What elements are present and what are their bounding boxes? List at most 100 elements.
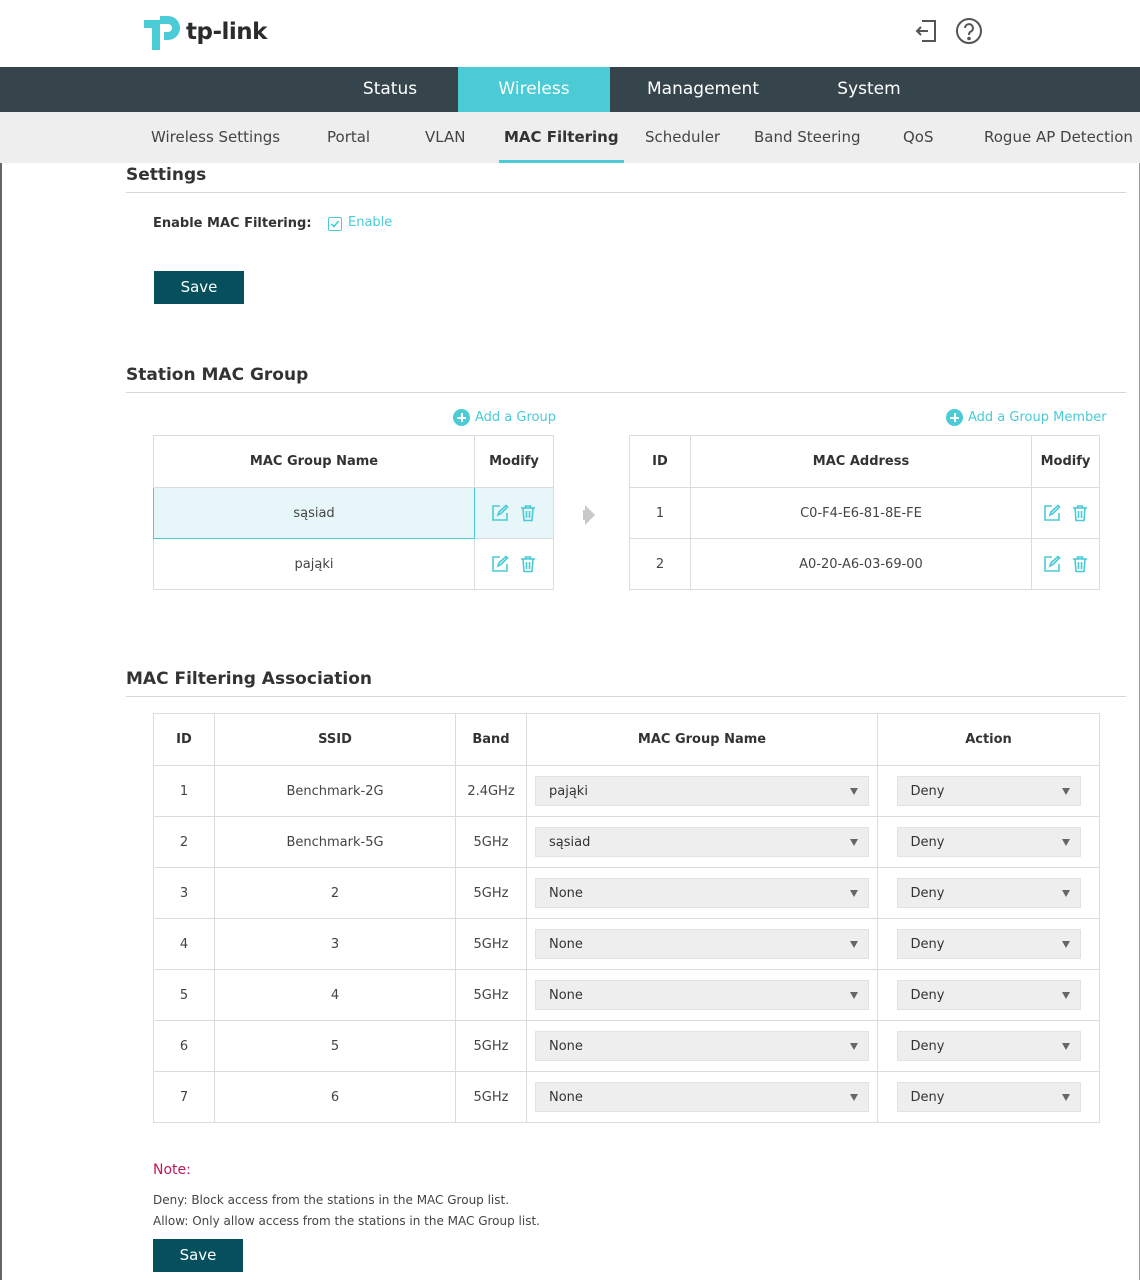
enable-checkbox[interactable] (328, 217, 342, 231)
modify-cell (474, 538, 554, 590)
chevron-down-icon (1061, 889, 1070, 897)
station-mac-group-divider (126, 392, 1126, 393)
select-value: None (549, 1089, 583, 1105)
tab-qos[interactable]: QoS (903, 112, 934, 163)
add-circle-icon (453, 409, 470, 426)
mac-group-select[interactable]: None (535, 980, 869, 1010)
edit-icon[interactable] (491, 504, 509, 522)
add-group-link[interactable]: Add a Group (453, 409, 556, 426)
tab-mac-filtering[interactable]: MAC Filtering (499, 112, 624, 163)
mac-group-select[interactable]: None (535, 929, 869, 959)
note-title: Note: (153, 1162, 191, 1178)
table-row: 1 C0-F4-E6-81-8E-FE (629, 487, 1100, 539)
add-group-member-label: Add a Group Member (968, 410, 1107, 425)
association-divider (126, 696, 1126, 697)
band-cell: 5GHz (455, 816, 527, 868)
edit-icon[interactable] (491, 555, 509, 573)
group-name-cell[interactable]: pająki (153, 538, 475, 590)
logout-icon[interactable] (912, 17, 940, 45)
action-select[interactable]: Deny (896, 878, 1081, 908)
action-select[interactable]: Deny (896, 827, 1081, 857)
settings-save-button[interactable]: Save (154, 271, 244, 304)
settings-title: Settings (126, 165, 207, 185)
group-select-cell: None (526, 1020, 878, 1072)
modify-cell (1031, 487, 1100, 539)
mac-group-select[interactable]: pająki (535, 776, 869, 806)
association-save-button[interactable]: Save (153, 1239, 243, 1272)
tab-scheduler[interactable]: Scheduler (645, 112, 720, 163)
table-row: 5 4 5GHz None Deny (153, 969, 1100, 1021)
tab-band-steering[interactable]: Band Steering (754, 112, 861, 163)
delete-icon[interactable] (1071, 504, 1089, 522)
table-header-row: ID SSID Band MAC Group Name Action (153, 713, 1100, 766)
nav-system[interactable]: System (810, 67, 928, 112)
action-select[interactable]: Deny (896, 776, 1081, 806)
nav-management[interactable]: Management (630, 67, 776, 112)
member-id-cell: 2 (629, 538, 691, 590)
action-select[interactable]: Deny (896, 980, 1081, 1010)
enable-checkbox-label[interactable]: Enable (348, 215, 392, 230)
tab-wireless-settings[interactable]: Wireless Settings (151, 112, 280, 163)
table-row: 4 3 5GHz None Deny (153, 918, 1100, 970)
group-name-cell[interactable]: sąsiad (153, 487, 475, 539)
mac-group-select[interactable]: sąsiad (535, 827, 869, 857)
ssid-cell: 4 (214, 969, 456, 1021)
column-header: MAC Group Name (526, 713, 878, 766)
action-select-cell: Deny (877, 918, 1100, 970)
action-select[interactable]: Deny (896, 1082, 1081, 1112)
chevron-down-icon (850, 940, 858, 948)
chevron-down-icon (850, 838, 858, 846)
member-mac-cell: C0-F4-E6-81-8E-FE (690, 487, 1032, 539)
action-select-cell: Deny (877, 969, 1100, 1021)
top-bar: tp-link (0, 0, 1140, 67)
tab-rogue-ap-detection[interactable]: Rogue AP Detection (984, 112, 1133, 163)
add-group-member-link[interactable]: Add a Group Member (946, 409, 1107, 426)
member-mac-cell: A0-20-A6-03-69-00 (690, 538, 1032, 590)
select-value: None (549, 936, 583, 952)
band-cell: 5GHz (455, 867, 527, 919)
main-nav: Status Wireless Management System (0, 67, 1140, 112)
edit-icon[interactable] (1043, 504, 1061, 522)
checkmark-icon (330, 220, 340, 228)
action-select-cell: Deny (877, 816, 1100, 868)
note-allow-text: Allow: Only allow access from the statio… (153, 1214, 540, 1228)
action-select[interactable]: Deny (896, 929, 1081, 959)
ssid-cell: 6 (214, 1071, 456, 1123)
note-deny-text: Deny: Block access from the stations in … (153, 1193, 510, 1207)
mac-group-select[interactable]: None (535, 1082, 869, 1112)
column-header: Modify (1031, 435, 1100, 488)
delete-icon[interactable] (1071, 555, 1089, 573)
select-value: pająki (549, 783, 588, 799)
group-member-table: ID MAC Address Modify 1 C0-F4-E6-81-8E-F… (629, 435, 1100, 590)
group-select-cell: None (526, 867, 878, 919)
id-cell: 5 (153, 969, 215, 1021)
association-table: ID SSID Band MAC Group Name Action 1 Ben… (153, 713, 1100, 1123)
edit-icon[interactable] (1043, 555, 1061, 573)
chevron-down-icon (1061, 1042, 1070, 1050)
select-value: Deny (910, 936, 945, 952)
help-icon[interactable] (955, 17, 983, 45)
mac-group-select[interactable]: None (535, 878, 869, 908)
band-cell: 5GHz (455, 1071, 527, 1123)
select-value: Deny (910, 783, 945, 799)
table-row[interactable]: sąsiad (153, 487, 554, 539)
delete-icon[interactable] (519, 504, 537, 522)
band-cell: 5GHz (455, 1020, 527, 1072)
nav-wireless[interactable]: Wireless (458, 67, 610, 112)
add-circle-icon (946, 409, 963, 426)
tab-portal[interactable]: Portal (327, 112, 370, 163)
action-select[interactable]: Deny (896, 1031, 1081, 1061)
table-row: 7 6 5GHz None Deny (153, 1071, 1100, 1123)
select-value: None (549, 1038, 583, 1054)
delete-icon[interactable] (519, 555, 537, 573)
column-header: ID (153, 713, 215, 766)
tp-link-logo[interactable]: tp-link (140, 12, 267, 52)
ssid-cell: 5 (214, 1020, 456, 1072)
mac-group-select[interactable]: None (535, 1031, 869, 1061)
tab-vlan[interactable]: VLAN (425, 112, 465, 163)
table-row[interactable]: pająki (153, 538, 554, 590)
id-cell: 2 (153, 816, 215, 868)
window-border-left (0, 0, 2, 1280)
nav-status[interactable]: Status (320, 67, 460, 112)
id-cell: 3 (153, 867, 215, 919)
